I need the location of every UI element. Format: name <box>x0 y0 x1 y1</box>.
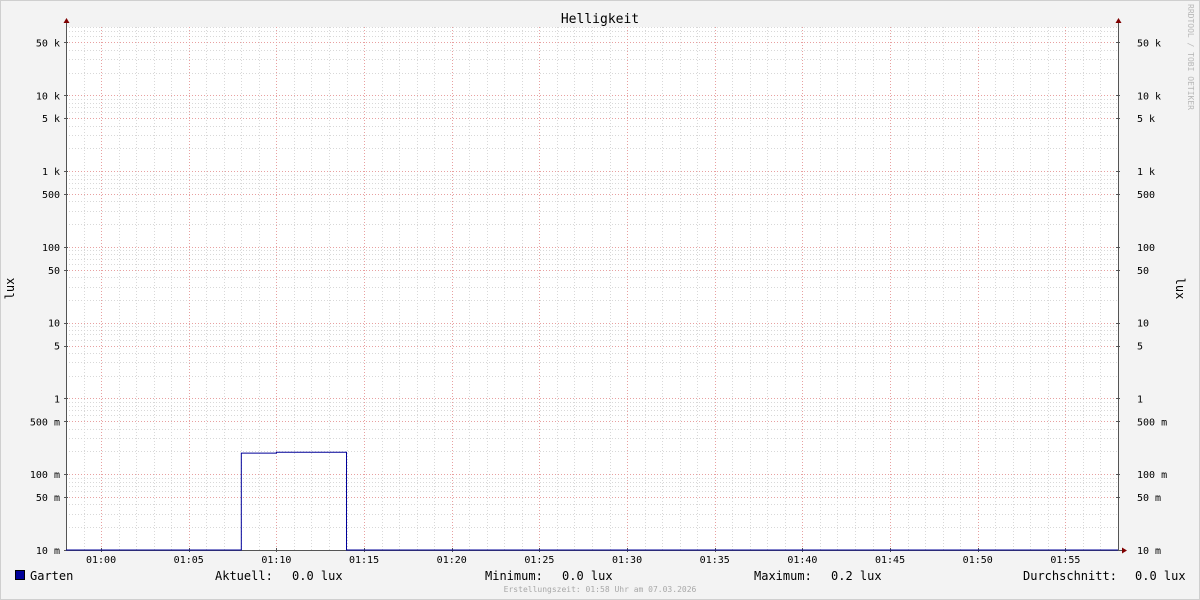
x-tick-label: 01:20 <box>437 555 467 566</box>
x-tick-label: 01:10 <box>261 555 291 566</box>
y-tick-label-left: 50 <box>48 266 60 277</box>
x-tick-label: 01:00 <box>86 555 116 566</box>
y-tick-label-left: 50 m <box>36 493 60 504</box>
legend-max-label: Maximum: <box>754 569 812 583</box>
y-tick-label-left: 1 <box>54 394 60 405</box>
y-tick-label-left: 500 <box>42 190 60 201</box>
y-tick-label-left: 1 k <box>42 167 60 178</box>
y-tick-label-left: 10 <box>48 319 60 330</box>
x-tick-label: 01:35 <box>700 555 730 566</box>
legend-min-value: 0.0 lux <box>562 569 613 583</box>
y-tick-label-right: 50 k <box>1137 38 1161 49</box>
x-tick-label: 01:05 <box>174 555 204 566</box>
y-axis-right-arrow <box>1115 18 1122 23</box>
x-tick-label: 01:50 <box>963 555 993 566</box>
y-tick-label-right: 1 <box>1137 394 1143 405</box>
x-tick-label: 01:30 <box>612 555 642 566</box>
legend-current-label: Aktuell: <box>215 569 273 583</box>
chart-title: Helligkeit <box>561 12 639 27</box>
y-tick-label-right: 5 <box>1137 342 1143 353</box>
y-tick-label-left: 100 <box>42 243 60 254</box>
y-tick-label-right: 500 <box>1137 190 1155 201</box>
y-tick-label-left: 5 k <box>42 114 60 125</box>
creation-timestamp: Erstellungszeit: 01:58 Uhr am 07.03.2026 <box>503 585 697 594</box>
frame-left-border <box>0 0 1 600</box>
x-tick-label: 01:55 <box>1050 555 1080 566</box>
y-tick-label-right: 50 <box>1137 266 1149 277</box>
rrdtool-watermark: RRDTOOL / TOBI OETIKER <box>1186 4 1195 110</box>
legend-avg-value: 0.0 lux <box>1135 569 1186 583</box>
graph-window: 10 m 10 m 50 m 50 m 100 m 100 m 500 m 500 m 1 1 5 5… <box>0 0 1200 600</box>
legend-min-label: Minimum: <box>485 569 543 583</box>
y-tick-label-right: 50 m <box>1137 493 1161 504</box>
x-tick-label: 01:45 <box>875 555 905 566</box>
legend-swatch-garten <box>15 570 25 580</box>
y-tick-label-right: 1 k <box>1137 167 1155 178</box>
chart-canvas: 10 m 10 m 50 m 50 m 100 m 100 m 500 m 500 m 1 1 5 5… <box>3 12 1187 566</box>
y-tick-label-right: 500 m <box>1137 417 1167 428</box>
y-axis-title-left: lux <box>3 278 17 300</box>
y-tick-label-right: 100 m <box>1137 470 1167 481</box>
y-tick-label-left: 10 m <box>36 546 60 557</box>
y-tick-label-right: 10 <box>1137 319 1149 330</box>
frame-top-border <box>0 0 1200 1</box>
y-tick-label-left: 50 k <box>36 38 60 49</box>
legend-series-name: Garten <box>30 569 74 583</box>
x-tick-label: 01:15 <box>349 555 379 566</box>
y-tick-label-right: 10 m <box>1137 546 1161 557</box>
y-axis-title-right: lux <box>1173 278 1187 300</box>
y-tick-label-right: 100 <box>1137 243 1155 254</box>
y-tick-label-left: 5 <box>54 342 60 353</box>
legend-avg-label: Durchschnitt: <box>1023 569 1117 583</box>
x-tick-label: 01:25 <box>524 555 554 566</box>
legend-current-value: 0.0 lux <box>292 569 343 583</box>
y-tick-label-left: 500 m <box>30 417 60 428</box>
x-axis-arrow <box>1122 547 1127 554</box>
y-tick-label-left: 10 k <box>36 91 60 102</box>
x-tick-label: 01:40 <box>787 555 817 566</box>
y-tick-label-left: 100 m <box>30 470 60 481</box>
legend-max-value: 0.2 lux <box>831 569 882 583</box>
y-tick-label-right: 5 k <box>1137 114 1155 125</box>
y-axis-left-arrow <box>63 18 70 23</box>
y-tick-label-right: 10 k <box>1137 91 1161 102</box>
